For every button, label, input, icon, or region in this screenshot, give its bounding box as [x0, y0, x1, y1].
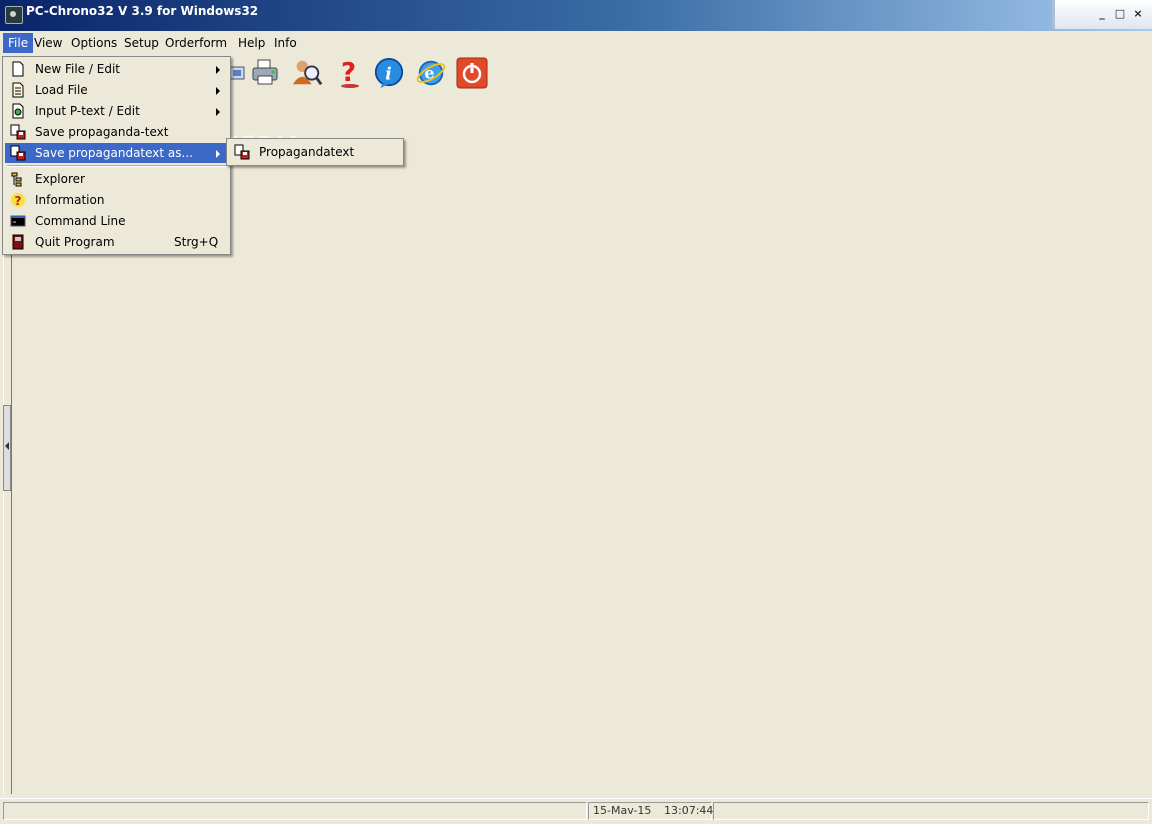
status-pane-extra — [713, 802, 1149, 820]
menu-file-label: File — [8, 36, 29, 50]
file-menu-input-ptext[interactable]: Input P-text / Edit — [5, 101, 228, 121]
window-controls: _ □ × — [1052, 0, 1152, 29]
quit-icon — [12, 234, 24, 250]
menu-orderform-label: Orderform — [165, 36, 228, 50]
submenu-arrow-icon — [216, 150, 220, 158]
submenu-arrow-icon — [216, 108, 220, 116]
status-bar: 15-Mav-15 13:07:44 — [0, 798, 1152, 824]
file-menu-load-file[interactable]: Load File — [5, 80, 228, 100]
submenu-propagandatext-label: Propagandatext — [259, 145, 355, 159]
menu-orderform[interactable]: Orderform — [160, 33, 232, 53]
splitter-handle[interactable] — [3, 405, 11, 491]
information-icon: ? — [11, 193, 25, 208]
propagandatext-icon — [234, 144, 250, 160]
file-menu-input-ptext-label: Input P-text / Edit — [35, 104, 140, 118]
file-menu-explorer[interactable]: Explorer — [5, 169, 228, 189]
save-text-icon — [10, 124, 26, 140]
title-bar[interactable]: PC-Chrono32 V 3.9 for Windows32 _ □ × — [0, 0, 1152, 31]
menu-setup[interactable]: Setup — [119, 33, 164, 53]
power-icon[interactable] — [456, 57, 488, 89]
svg-text:e: e — [424, 64, 434, 83]
menu-bar: File View Options Setup Orderform Help I… — [0, 33, 1152, 53]
file-menu-quit-label: Quit Program — [35, 235, 115, 249]
file-menu-save-as-label: Save propagandatext as... — [35, 146, 193, 160]
file-menu-new-file-label: New File / Edit — [35, 62, 120, 76]
printer-icon[interactable] — [249, 57, 281, 89]
save-as-icon — [10, 145, 26, 161]
info-icon[interactable]: i — [373, 57, 405, 89]
menu-options[interactable]: Options — [66, 33, 122, 53]
close-button[interactable]: × — [1131, 7, 1145, 21]
file-menu-load-file-label: Load File — [35, 83, 88, 97]
menu-help[interactable]: Help — [233, 33, 270, 53]
window-title: PC-Chrono32 V 3.9 for Windows32 — [26, 4, 259, 18]
file-menu-new-file[interactable]: New File / Edit — [5, 59, 228, 79]
file-menu-save-propaganda-text[interactable]: Save propaganda-text — [5, 122, 228, 142]
menu-view[interactable]: View — [29, 33, 67, 53]
file-menu-information-label: Information — [35, 193, 105, 207]
command-line-icon — [10, 215, 26, 227]
svg-text:?: ? — [15, 194, 22, 208]
new-file-icon — [12, 61, 24, 77]
svg-text:i: i — [385, 64, 391, 84]
menu-help-label: Help — [238, 36, 266, 50]
internet-explorer-icon[interactable]: e — [415, 57, 447, 89]
menu-separator — [7, 165, 226, 167]
minimize-button[interactable]: _ — [1095, 7, 1109, 21]
file-menu-command-line-label: Command Line — [35, 214, 126, 228]
file-menu-save-as[interactable]: Save propagandatext as... — [5, 143, 228, 163]
file-menu-dropdown: New File / Edit Load File Input P-text /… — [2, 56, 231, 255]
file-menu-command-line[interactable]: Command Line — [5, 211, 228, 231]
menu-info-label: Info — [274, 36, 297, 50]
svg-text:?: ? — [341, 58, 356, 88]
load-file-icon — [12, 82, 24, 98]
file-menu-quit[interactable]: Quit Program Strg+Q — [5, 232, 228, 252]
menu-info[interactable]: Info — [269, 33, 302, 53]
save-as-submenu: Propagandatext — [226, 138, 404, 166]
menu-options-label: Options — [71, 36, 118, 50]
input-text-icon — [12, 103, 24, 119]
status-date: 15-Mav-15 — [593, 804, 652, 817]
submenu-arrow-icon — [216, 66, 220, 74]
explorer-icon — [11, 172, 22, 187]
status-pane-datetime: 15-Mav-15 13:07:44 — [588, 802, 714, 820]
status-pane-main — [3, 802, 587, 820]
person-search-icon[interactable] — [291, 57, 323, 89]
file-menu-information[interactable]: ? Information — [5, 190, 228, 210]
status-time: 13:07:44 — [664, 804, 714, 817]
submenu-propagandatext[interactable]: Propagandatext — [229, 142, 401, 162]
submenu-arrow-icon — [216, 87, 220, 95]
help-question-icon[interactable]: ? — [334, 57, 366, 89]
menu-view-label: View — [34, 36, 63, 50]
app-icon[interactable] — [5, 6, 23, 24]
file-menu-save-propaganda-text-label: Save propaganda-text — [35, 125, 169, 139]
file-menu-explorer-label: Explorer — [35, 172, 85, 186]
menu-setup-label: Setup — [124, 36, 159, 50]
quit-shortcut: Strg+Q — [174, 235, 219, 249]
maximize-button[interactable]: □ — [1113, 7, 1127, 21]
